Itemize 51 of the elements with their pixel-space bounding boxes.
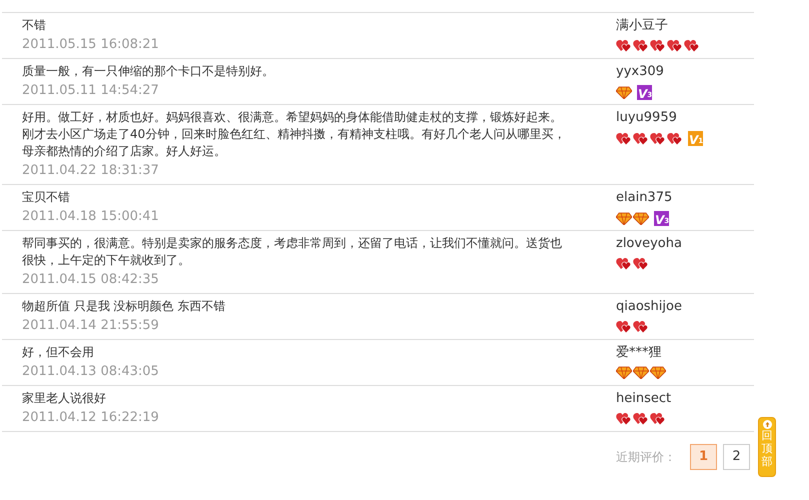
review-date: 2011.04.18 15:00:41 [22, 208, 160, 226]
diamond-icon [633, 366, 649, 379]
heart-icon [633, 132, 649, 145]
review-comment: 帮同事买的，很满意。特别是卖家的服务态度，考虑非常周到，还留了电话，让我们不懂就问。送货也很快，上午定的下午就收到了。 [22, 235, 563, 269]
heart-icon [650, 412, 666, 425]
review-comment: 家里老人说很好 [22, 390, 107, 407]
review-date: 2011.05.11 14:54:27 [22, 82, 160, 100]
back-to-top-button[interactable]: 回顶部 [758, 417, 776, 477]
heart-icon [650, 132, 666, 145]
review-date: 2011.05.15 16:08:21 [22, 36, 160, 54]
pagination-label: 近期评价： [616, 449, 676, 466]
diamond-icon [616, 212, 632, 225]
reviewer-name: heinsect [616, 390, 672, 408]
heart-icon [667, 39, 683, 52]
review-comment: 好，但不会用 [22, 344, 95, 361]
diamond-icon [633, 212, 649, 225]
diamond-icon [650, 366, 666, 379]
reviewer-name: zloveyoha [616, 235, 682, 253]
heart-icon [616, 132, 632, 145]
heart-icon [616, 39, 632, 52]
review-date: 2011.04.22 18:31:37 [22, 162, 160, 180]
review-date: 2011.04.12 16:22:19 [22, 409, 160, 427]
diamond-icon [616, 366, 632, 379]
reviewer-name: luyu9959 [616, 109, 678, 127]
reviewer-name: 爱***狸 [616, 344, 662, 362]
heart-icon [633, 257, 649, 270]
review-comment: 质量一般，有一只伸缩的那个卡口不是特别好。 [22, 63, 275, 80]
heart-icon [650, 39, 666, 52]
heart-icon [667, 132, 683, 145]
reviewer-name: elain375 [616, 189, 672, 207]
up-arrow-icon [762, 420, 772, 429]
reviewer-name: yyx309 [616, 63, 664, 81]
heart-icon [684, 39, 700, 52]
review-date: 2011.04.14 21:55:59 [22, 317, 160, 335]
review-comment: 宝贝不错 [22, 189, 71, 206]
reviewer-name: 满小豆子 [616, 17, 669, 35]
review-comment: 物超所值 只是我 没标明颜色 东西不错 [22, 298, 226, 315]
heart-icon [616, 320, 632, 333]
diamond-icon [616, 86, 632, 99]
heart-icon [633, 320, 649, 333]
review-comment: 不错 [22, 17, 47, 34]
page-button[interactable]: 1 [690, 444, 717, 470]
heart-icon [616, 412, 632, 425]
review-date: 2011.04.13 08:43:05 [22, 363, 160, 381]
review-comment: 好用。做工好，材质也好。妈妈很喜欢、很满意。希望妈妈的身体能借助健走杖的支撑，锻炼好起来。刚才去小区广场走了40分钟，回来时脸色红红、精神抖擞，有精神支柱哦。有好几个老人问从哪里买，母亲都热情的介绍了店家。好人好运。 [22, 109, 566, 160]
reviewer-name: qiaoshijoe [616, 298, 682, 316]
heart-icon [633, 39, 649, 52]
heart-icon [616, 257, 632, 270]
heart-icon [633, 412, 649, 425]
review-date: 2011.04.15 08:42:35 [22, 271, 160, 289]
page-button[interactable]: 2 [723, 444, 750, 470]
